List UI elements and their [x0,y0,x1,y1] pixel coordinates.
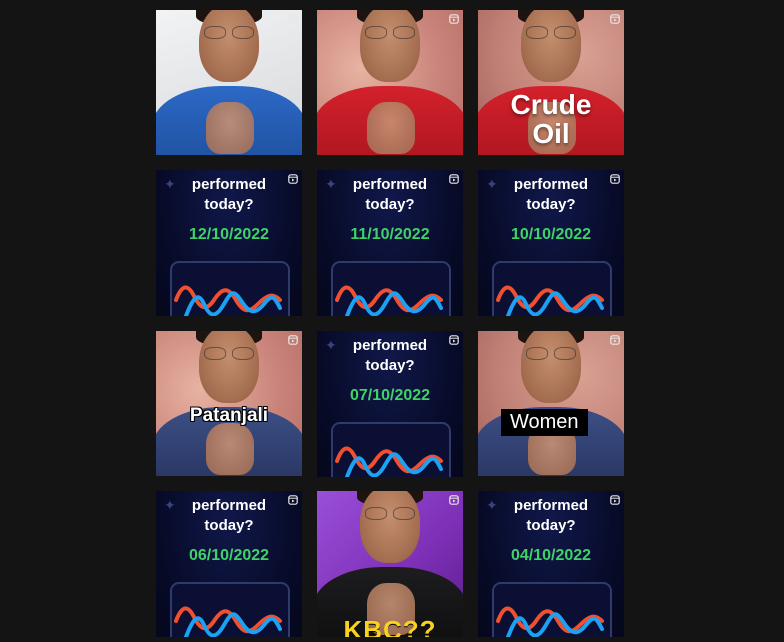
clip-date: 06/10/2022 [188,547,270,564]
reel-icon [288,335,298,345]
thumbnail-overlay-text: Patanjali [189,405,269,426]
reel-icon [288,174,298,184]
person-hands [206,423,254,475]
person-hands [367,102,415,154]
person-face [521,331,581,403]
sparkle-icon: ✦ [325,337,337,353]
clip-date: 11/10/2022 [350,226,430,243]
clip-caption: performed today? [191,497,267,534]
glasses-icon [526,26,576,39]
video-thumbnail[interactable] [317,10,463,155]
clip-caption: performed today? [191,176,267,213]
reel-icon [610,14,620,24]
chart-lines-icon [335,285,443,316]
clip-caption: performed today? [352,337,428,374]
sparkle-icon: ✦ [325,176,337,192]
reel-icon [449,14,459,24]
person-face [521,10,581,82]
person-hands [206,102,254,154]
chart-lines-icon [335,446,443,477]
chart-lines-icon [174,285,282,316]
person-face [199,331,259,403]
reel-icon [449,495,459,505]
glasses-icon [526,347,576,360]
clip-date: 12/10/2022 [188,226,270,243]
reel-icon [449,335,459,345]
person-face [360,491,420,563]
glasses-icon [204,347,254,360]
video-thumbnail[interactable]: Patanjali [156,331,302,476]
clip-thumbnail[interactable]: ✦ performed today? 12/10/2022 [156,170,302,316]
video-thumbnail[interactable]: Crude Oil [478,10,624,155]
person-face [360,10,420,82]
sparkle-icon: ✦ [164,176,176,192]
clip-caption: performed today? [513,497,589,534]
clip-thumbnail[interactable]: ✦ performed today? 06/10/2022 [156,491,302,637]
clip-thumbnail[interactable]: ✦ performed today? 04/10/2022 [478,491,624,637]
chart-lines-icon [496,285,604,316]
thumbnail-overlay-text: Crude Oil [510,89,592,149]
clip-thumbnail[interactable]: ✦ performed today? 11/10/2022 [317,170,463,316]
reel-icon [610,495,620,505]
clip-thumbnail[interactable]: ✦ performed today? 10/10/2022 [478,170,624,316]
reels-grid: Crude Oil ✦ performed today? 12/10/2022 ✦ perf… [156,10,624,637]
reel-icon [610,174,620,184]
chart-lines-icon [174,606,282,637]
clip-date: 07/10/2022 [349,387,431,404]
glasses-icon [365,26,415,39]
clip-date: 04/10/2022 [510,547,592,564]
clip-caption: performed today? [513,176,589,213]
reel-icon [610,335,620,345]
person-face [199,10,259,82]
glasses-icon [365,507,415,520]
clip-caption: performed today? [352,176,428,213]
clip-date: 10/10/2022 [510,226,592,243]
reel-icon [288,14,298,24]
video-thumbnail[interactable] [156,10,302,155]
thumbnail-overlay-text: KBC?? [343,615,437,637]
clip-thumbnail[interactable]: ✦ performed today? 07/10/2022 [317,331,463,477]
sparkle-icon: ✦ [486,497,498,513]
chart-lines-icon [496,606,604,637]
video-thumbnail[interactable]: KBC?? [317,491,463,637]
sparkle-icon: ✦ [486,176,498,192]
video-thumbnail[interactable]: Women [478,331,624,476]
reel-icon [288,495,298,505]
glasses-icon [204,26,254,39]
sparkle-icon: ✦ [164,497,176,513]
thumbnail-overlay-text: Women [501,409,588,436]
reel-icon [449,174,459,184]
